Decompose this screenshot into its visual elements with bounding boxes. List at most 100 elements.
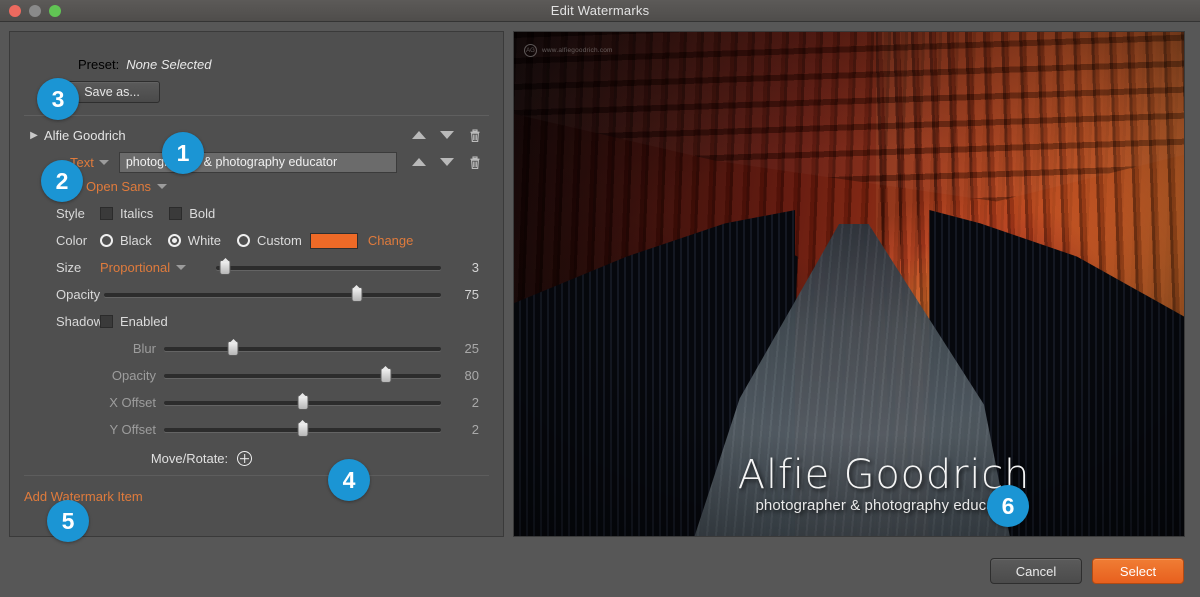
preset-label: Preset: — [78, 57, 119, 72]
shadow-yoffset-row: Y Offset 2 — [24, 416, 489, 443]
shadow-opacity-value: 80 — [445, 368, 489, 383]
watermark-item-row[interactable]: ▶ Alfie Goodrich — [24, 122, 489, 148]
dialog-body: Preset: None Selected Save as... ▶ Alfie… — [0, 22, 1200, 545]
opacity-slider-track — [104, 293, 441, 297]
size-label: Size — [24, 260, 100, 275]
size-slider-knob[interactable] — [220, 260, 231, 275]
shadow-opacity-knob[interactable] — [380, 368, 391, 383]
opacity-value: 75 — [445, 287, 489, 302]
watermark-settings-panel: Preset: None Selected Save as... ▶ Alfie… — [9, 31, 504, 537]
disclosure-triangle-icon[interactable]: ▶ — [24, 130, 44, 141]
dialog-footer: Cancel Select — [0, 545, 1200, 597]
shadow-yoffset-knob[interactable] — [297, 422, 308, 437]
style-row: Style Italics Bold — [24, 200, 489, 227]
chevron-down-icon — [157, 184, 167, 189]
opacity-slider[interactable] — [104, 288, 441, 302]
shadow-enabled-label: Enabled — [120, 314, 168, 329]
edit-watermarks-window: Edit Watermarks Preset: None Selected Sa… — [0, 0, 1200, 597]
callout-badge-2: 2 — [41, 160, 83, 202]
watermark-item-name: Alfie Goodrich — [44, 128, 411, 143]
color-radio-white[interactable] — [168, 234, 181, 247]
shadow-enabled-checkbox[interactable] — [100, 315, 113, 328]
callout-badge-1: 1 — [162, 132, 204, 174]
size-row: Size Proportional 3 — [24, 254, 489, 281]
callout-badge-6: 6 — [987, 485, 1029, 527]
opacity-slider-knob[interactable] — [351, 287, 362, 302]
move-down-icon[interactable] — [439, 127, 455, 143]
color-row: Color Black White Custom Change — [24, 227, 489, 254]
shadow-yoffset-value: 2 — [445, 422, 489, 437]
chevron-down-icon — [99, 160, 109, 165]
preset-value: None Selected — [126, 57, 211, 72]
opacity-label: Opacity — [24, 287, 100, 302]
crosshair-circle-icon[interactable] — [237, 451, 252, 466]
callout-badge-4: 4 — [328, 459, 370, 501]
move-down-icon[interactable] — [439, 154, 455, 170]
shadow-xoffset-row: X Offset 2 — [24, 389, 489, 416]
color-black-label: Black — [120, 233, 152, 248]
bold-checkbox[interactable] — [169, 207, 182, 220]
shadow-xoffset-label: X Offset — [24, 395, 164, 410]
shadow-row: Shadow Enabled — [24, 308, 489, 335]
corner-logo-url: www.alfiegoodrich.com — [542, 47, 613, 54]
preset-row: Preset: None Selected — [78, 57, 489, 72]
shadow-blur-slider[interactable] — [164, 342, 441, 356]
opacity-row: Opacity 75 — [24, 281, 489, 308]
watermark-preview-panel: AG www.alfiegoodrich.com Alfie Goodrich … — [513, 31, 1185, 537]
text-row-actions — [411, 154, 489, 170]
font-dropdown[interactable]: Open Sans — [86, 179, 489, 194]
shadow-xoffset-knob[interactable] — [297, 395, 308, 410]
shadow-opacity-slider[interactable] — [164, 369, 441, 383]
shadow-opacity-track — [164, 374, 441, 378]
size-mode-label: Proportional — [100, 260, 170, 275]
shadow-blur-knob[interactable] — [228, 341, 239, 356]
logo-ring-icon: AG — [524, 44, 537, 57]
shadow-opacity-label: Opacity — [24, 368, 164, 383]
move-up-icon[interactable] — [411, 127, 427, 143]
shadow-blur-label: Blur — [24, 341, 164, 356]
color-radio-custom[interactable] — [237, 234, 250, 247]
color-custom-label: Custom — [257, 233, 302, 248]
callout-badge-3: 3 — [37, 78, 79, 120]
title-bar: Edit Watermarks — [0, 0, 1200, 22]
delete-icon[interactable] — [467, 127, 483, 143]
style-label: Style — [24, 206, 100, 221]
size-value: 3 — [445, 260, 489, 275]
divider-top — [24, 115, 489, 116]
window-title: Edit Watermarks — [0, 3, 1200, 18]
shadow-opacity-row: Opacity 80 — [24, 362, 489, 389]
close-button[interactable] — [9, 5, 21, 17]
change-color-link[interactable]: Change — [368, 233, 414, 248]
watermark-text-input[interactable]: photographer & photography educator — [119, 152, 397, 173]
bold-label: Bold — [189, 206, 215, 221]
add-watermark-item-link[interactable]: Add Watermark Item — [24, 489, 489, 504]
select-button[interactable]: Select — [1092, 558, 1184, 584]
callout-badge-5: 5 — [47, 500, 89, 542]
shadow-xoffset-slider[interactable] — [164, 396, 441, 410]
zoom-button[interactable] — [49, 5, 61, 17]
color-white-label: White — [188, 233, 221, 248]
italics-checkbox[interactable] — [100, 207, 113, 220]
shadow-blur-value: 25 — [445, 341, 489, 356]
minimize-button[interactable] — [29, 5, 41, 17]
italics-label: Italics — [120, 206, 153, 221]
text-row: Text photographer & photography educator — [24, 150, 489, 174]
move-up-icon[interactable] — [411, 154, 427, 170]
move-rotate-row: Move/Rotate: — [24, 451, 489, 466]
custom-color-swatch[interactable] — [310, 233, 358, 249]
delete-icon[interactable] — [467, 154, 483, 170]
cancel-button[interactable]: Cancel — [990, 558, 1082, 584]
shadow-xoffset-value: 2 — [445, 395, 489, 410]
traffic-light-buttons — [0, 5, 61, 17]
size-slider[interactable] — [216, 261, 441, 275]
chevron-down-icon — [176, 265, 186, 270]
shadow-blur-row: Blur 25 — [24, 335, 489, 362]
color-label: Color — [24, 233, 100, 248]
size-mode-dropdown[interactable]: Proportional — [100, 260, 212, 275]
corner-logo: AG www.alfiegoodrich.com — [524, 44, 613, 57]
move-rotate-label: Move/Rotate: — [151, 451, 228, 466]
color-radio-black[interactable] — [100, 234, 113, 247]
font-name-label: Open Sans — [86, 179, 151, 194]
shadow-yoffset-slider[interactable] — [164, 423, 441, 437]
item-row-actions — [411, 127, 489, 143]
